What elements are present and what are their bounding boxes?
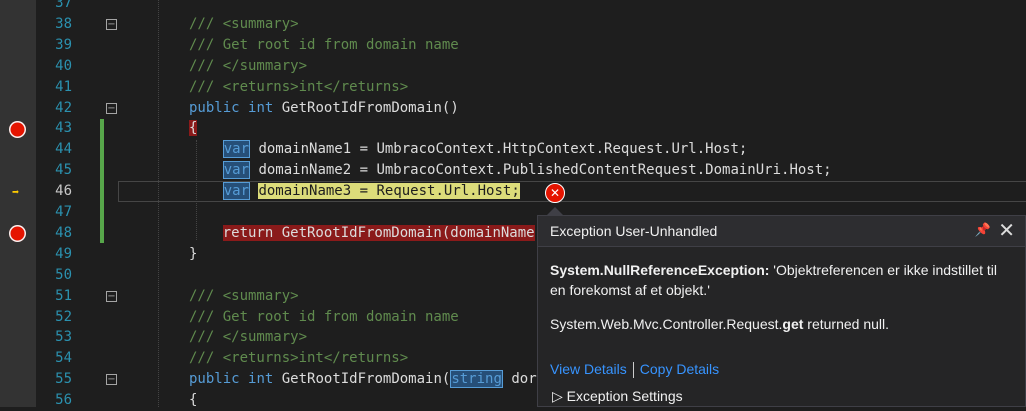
code-text: /// <returns>int</returns> <box>189 78 409 95</box>
line-number: 54 <box>55 350 72 367</box>
code-line[interactable]: 37 <box>0 0 1026 14</box>
line-number: 39 <box>55 36 72 53</box>
code-line[interactable]: 41 /// <returns>int</returns> <box>0 77 1026 98</box>
exception-settings-label: Exception Settings <box>566 388 683 404</box>
copy-details-link[interactable]: Copy Details <box>640 361 719 377</box>
line-number: 48 <box>55 224 72 241</box>
error-icon[interactable]: ✕ <box>545 183 565 203</box>
popup-header: Exception User-Unhandled 📌 ✕ <box>538 216 1025 247</box>
exception-settings-toggle[interactable]: ▷ Exception Settings <box>552 388 683 405</box>
line-number: 49 <box>55 245 72 262</box>
code-text: var domainName1 = UmbracoContext.HttpCon… <box>222 140 748 159</box>
code-text: } <box>189 245 198 262</box>
popup-links: View Details Copy Details <box>550 361 719 379</box>
code-line[interactable]: 43 { <box>0 118 1026 139</box>
code-line[interactable]: 46 var domainName3 = Request.Url.Host; <box>0 181 1026 202</box>
line-number: 42 <box>55 99 72 116</box>
line-number: 47 <box>55 204 72 220</box>
code-text: var domainName3 = Request.Url.Host; <box>222 182 520 201</box>
code-text: /// <returns>int</returns> <box>189 350 409 367</box>
line-number: 45 <box>55 162 72 179</box>
code-line[interactable]: 45 var domainName2 = UmbracoContext.Publ… <box>0 160 1026 181</box>
detail-prefix: System.Web.Mvc.Controller.Request. <box>550 316 783 332</box>
code-text: var domainName2 = UmbracoContext.Publish… <box>222 161 832 180</box>
code-text: /// </summary> <box>189 329 308 346</box>
line-number: 38 <box>55 15 72 32</box>
exception-popup: Exception User-Unhandled 📌 ✕ System.Null… <box>537 207 1026 407</box>
line-number: 44 <box>55 141 72 158</box>
code-line[interactable]: 39 /// Get root id from domain name <box>0 35 1026 56</box>
collapse-icon[interactable]: − <box>106 290 117 302</box>
line-number: 51 <box>55 287 72 304</box>
code-line[interactable]: 38 − /// <summary> <box>0 14 1026 35</box>
view-details-link[interactable]: View Details <box>550 361 627 377</box>
code-line[interactable]: 40 /// </summary> <box>0 56 1026 77</box>
line-number: 43 <box>55 120 72 137</box>
line-number: 41 <box>55 78 72 95</box>
popup-pointer <box>546 207 564 216</box>
code-text: public int GetRootIdFromDomain() <box>189 99 459 116</box>
chevron-right-icon: ▷ <box>552 388 563 404</box>
line-number: 56 <box>55 392 72 409</box>
code-text: { <box>189 392 198 409</box>
line-number: 46 <box>55 183 72 200</box>
code-text: /// Get root id from domain name <box>189 36 459 53</box>
pin-icon[interactable]: 📌 <box>975 222 991 238</box>
detail-bold: get <box>782 316 804 332</box>
exception-type: System.NullReferenceException: <box>550 262 770 278</box>
code-line[interactable]: 44 var domainName1 = UmbracoContext.Http… <box>0 139 1026 160</box>
line-number: 40 <box>55 57 72 74</box>
close-icon[interactable]: ✕ <box>998 218 1015 243</box>
line-number: 55 <box>55 371 72 388</box>
code-text: /// </summary> <box>189 57 308 74</box>
code-text: /// Get root id from domain name <box>189 308 459 325</box>
exception-message: System.NullReferenceException: 'Objektre… <box>550 260 1016 300</box>
code-line[interactable]: 42 − public int GetRootIdFromDomain() <box>0 98 1026 119</box>
collapse-icon[interactable]: − <box>106 374 117 386</box>
code-text: public int GetRootIdFromDomain(string do… <box>189 370 537 389</box>
link-divider <box>632 362 634 379</box>
detail-suffix: returned null. <box>803 316 889 332</box>
code-text: /// <summary> <box>189 287 299 304</box>
code-text: /// <summary> <box>189 15 299 32</box>
line-number: 50 <box>55 266 72 283</box>
line-number: 52 <box>55 308 72 325</box>
popup-title: Exception User-Unhandled <box>550 223 718 239</box>
exception-detail: System.Web.Mvc.Controller.Request.get re… <box>550 316 889 332</box>
code-text: { <box>189 120 198 137</box>
code-text: return GetRootIdFromDomain(domainName <box>222 224 535 241</box>
line-number: 37 <box>55 0 72 11</box>
collapse-icon[interactable]: − <box>106 102 117 114</box>
line-number: 53 <box>55 329 72 346</box>
collapse-icon[interactable]: − <box>106 18 117 30</box>
